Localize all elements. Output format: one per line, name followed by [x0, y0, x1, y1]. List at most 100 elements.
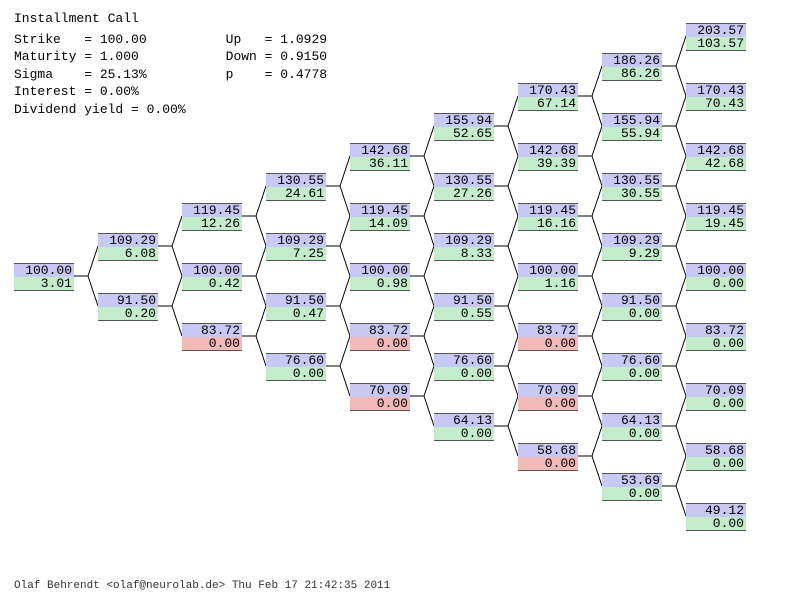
- tree-node: 76.600.00: [602, 353, 662, 381]
- node-option-value: 86.26: [602, 67, 662, 81]
- node-stock-price: 142.68: [518, 143, 578, 157]
- node-stock-price: 119.45: [686, 203, 746, 217]
- tree-node: 91.500.55: [434, 293, 494, 321]
- node-option-value: 9.29: [602, 247, 662, 261]
- node-stock-price: 83.72: [518, 323, 578, 337]
- node-stock-price: 91.50: [266, 293, 326, 307]
- tree-node: 49.120.00: [686, 503, 746, 531]
- tree-node: 100.000.00: [686, 263, 746, 291]
- tree-node: 100.000.42: [182, 263, 242, 291]
- tree-node: 142.6836.11: [350, 143, 410, 171]
- tree-node: 142.6839.39: [518, 143, 578, 171]
- node-option-value: 103.57: [686, 37, 746, 51]
- node-stock-price: 130.55: [434, 173, 494, 187]
- node-stock-price: 119.45: [182, 203, 242, 217]
- node-stock-price: 109.29: [266, 233, 326, 247]
- node-option-value: 6.08: [98, 247, 158, 261]
- tree-node: 130.5524.61: [266, 173, 326, 201]
- node-option-value: 14.09: [350, 217, 410, 231]
- node-option-value: 0.00: [518, 397, 578, 411]
- node-option-value: 0.00: [350, 397, 410, 411]
- node-option-value: 0.00: [518, 337, 578, 351]
- node-stock-price: 100.00: [182, 263, 242, 277]
- node-option-value: 0.00: [686, 337, 746, 351]
- node-option-value: 12.26: [182, 217, 242, 231]
- node-option-value: 0.47: [266, 307, 326, 321]
- tree-node: 119.4519.45: [686, 203, 746, 231]
- binomial-tree: 100.003.01109.296.0891.500.20119.4512.26…: [0, 0, 800, 600]
- node-stock-price: 91.50: [602, 293, 662, 307]
- node-stock-price: 70.09: [686, 383, 746, 397]
- node-stock-price: 100.00: [686, 263, 746, 277]
- node-option-value: 0.00: [686, 517, 746, 531]
- node-option-value: 3.01: [14, 277, 74, 291]
- node-stock-price: 130.55: [602, 173, 662, 187]
- node-option-value: 0.00: [434, 427, 494, 441]
- node-option-value: 0.00: [182, 337, 242, 351]
- node-stock-price: 91.50: [434, 293, 494, 307]
- tree-node: 100.003.01: [14, 263, 74, 291]
- node-option-value: 24.61: [266, 187, 326, 201]
- tree-node: 119.4512.26: [182, 203, 242, 231]
- tree-node: 58.680.00: [518, 443, 578, 471]
- node-option-value: 0.42: [182, 277, 242, 291]
- node-option-value: 0.00: [602, 427, 662, 441]
- tree-node: 100.000.98: [350, 263, 410, 291]
- node-option-value: 42.68: [686, 157, 746, 171]
- node-option-value: 0.00: [686, 397, 746, 411]
- node-option-value: 36.11: [350, 157, 410, 171]
- node-option-value: 16.16: [518, 217, 578, 231]
- node-stock-price: 58.68: [518, 443, 578, 457]
- node-option-value: 0.00: [434, 367, 494, 381]
- node-stock-price: 155.94: [602, 113, 662, 127]
- node-stock-price: 142.68: [350, 143, 410, 157]
- tree-node: 83.720.00: [350, 323, 410, 351]
- node-option-value: 0.00: [602, 307, 662, 321]
- tree-node: 119.4516.16: [518, 203, 578, 231]
- tree-node: 76.600.00: [266, 353, 326, 381]
- tree-node: 170.4370.43: [686, 83, 746, 111]
- node-stock-price: 83.72: [182, 323, 242, 337]
- node-stock-price: 83.72: [686, 323, 746, 337]
- node-stock-price: 70.09: [350, 383, 410, 397]
- node-option-value: 1.16: [518, 277, 578, 291]
- node-stock-price: 76.60: [602, 353, 662, 367]
- node-option-value: 67.14: [518, 97, 578, 111]
- node-stock-price: 53.69: [602, 473, 662, 487]
- tree-node: 83.720.00: [686, 323, 746, 351]
- node-stock-price: 100.00: [350, 263, 410, 277]
- node-stock-price: 170.43: [686, 83, 746, 97]
- tree-node: 142.6842.68: [686, 143, 746, 171]
- node-option-value: 52.65: [434, 127, 494, 141]
- node-option-value: 0.00: [266, 367, 326, 381]
- node-stock-price: 186.26: [602, 53, 662, 67]
- tree-node: 109.299.29: [602, 233, 662, 261]
- node-option-value: 27.26: [434, 187, 494, 201]
- node-option-value: 0.00: [686, 457, 746, 471]
- node-stock-price: 155.94: [434, 113, 494, 127]
- node-option-value: 30.55: [602, 187, 662, 201]
- node-stock-price: 142.68: [686, 143, 746, 157]
- tree-node: 155.9455.94: [602, 113, 662, 141]
- node-stock-price: 109.29: [98, 233, 158, 247]
- node-stock-price: 109.29: [602, 233, 662, 247]
- node-stock-price: 100.00: [518, 263, 578, 277]
- node-stock-price: 58.68: [686, 443, 746, 457]
- node-option-value: 39.39: [518, 157, 578, 171]
- tree-node: 109.298.33: [434, 233, 494, 261]
- node-stock-price: 70.09: [518, 383, 578, 397]
- node-stock-price: 100.00: [14, 263, 74, 277]
- node-stock-price: 49.12: [686, 503, 746, 517]
- tree-node: 70.090.00: [350, 383, 410, 411]
- tree-node: 100.001.16: [518, 263, 578, 291]
- node-stock-price: 64.13: [602, 413, 662, 427]
- tree-node: 203.57103.57: [686, 23, 746, 51]
- tree-node: 130.5530.55: [602, 173, 662, 201]
- node-stock-price: 170.43: [518, 83, 578, 97]
- tree-node: 53.690.00: [602, 473, 662, 501]
- tree-node: 83.720.00: [518, 323, 578, 351]
- node-stock-price: 83.72: [350, 323, 410, 337]
- node-stock-price: 91.50: [98, 293, 158, 307]
- node-option-value: 0.00: [686, 277, 746, 291]
- node-stock-price: 76.60: [434, 353, 494, 367]
